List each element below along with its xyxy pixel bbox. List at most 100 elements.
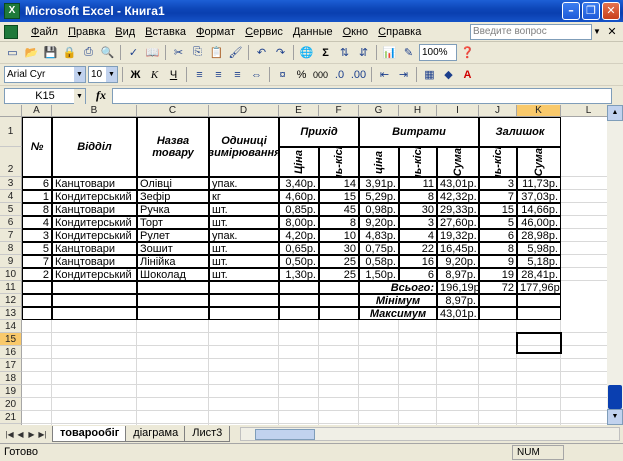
cell-empty[interactable] [22, 398, 52, 411]
cell-dept[interactable]: Канцтовари [52, 177, 137, 190]
cell-bal-sum[interactable]: 28,41р. [517, 268, 561, 281]
cell-empty[interactable] [22, 372, 52, 385]
cell-sum[interactable]: 29,33р. [437, 203, 479, 216]
workbook-close-icon[interactable]: ✕ [605, 25, 619, 39]
cell-empty[interactable] [399, 333, 437, 346]
prev-sheet-icon[interactable]: ◀ [15, 430, 26, 439]
cell-empty[interactable] [319, 320, 359, 333]
total-sum[interactable]: 196,19р. [437, 281, 479, 294]
cell-l-header[interactable] [561, 117, 607, 177]
cell-num[interactable]: 1 [22, 190, 52, 203]
cell-total-row[interactable] [137, 281, 209, 294]
cell-total-row[interactable] [52, 281, 137, 294]
cell-price-exp[interactable]: 0,58р. [359, 255, 399, 268]
cell-product[interactable]: Рулет [137, 229, 209, 242]
cell-price-exp[interactable]: 1,50р. [359, 268, 399, 281]
cell-empty[interactable] [479, 346, 517, 359]
cell-max-row[interactable] [319, 307, 359, 320]
merge-center-icon[interactable]: ⇔ [248, 66, 265, 83]
cell-num[interactable]: 8 [22, 203, 52, 216]
header-qty[interactable]: Кіль-кість [319, 147, 359, 177]
row-header-2[interactable]: 2 [0, 147, 22, 177]
cell-empty[interactable] [52, 333, 137, 346]
cell-empty[interactable] [319, 398, 359, 411]
cell-max-row[interactable] [137, 307, 209, 320]
cell-total-row[interactable] [209, 281, 279, 294]
cell-min-row[interactable] [209, 294, 279, 307]
thousands-button[interactable]: 000 [312, 66, 329, 83]
cell-num[interactable]: 2 [22, 268, 52, 281]
formula-input[interactable] [112, 87, 612, 104]
cell-empty[interactable] [22, 385, 52, 398]
column-header-c[interactable]: C [137, 105, 209, 117]
cell-empty[interactable] [437, 346, 479, 359]
cell-sum[interactable]: 9,20р. [437, 255, 479, 268]
cell-empty[interactable] [137, 398, 209, 411]
cell-empty[interactable] [479, 359, 517, 372]
cell-empty[interactable] [52, 385, 137, 398]
font-color-icon[interactable]: A [459, 66, 476, 83]
cell-empty[interactable] [359, 372, 399, 385]
name-box[interactable]: K15 ▼ [4, 87, 86, 104]
cell-bal-qty[interactable]: 5 [479, 216, 517, 229]
cell-bal-sum[interactable]: 11,73р. [517, 177, 561, 190]
header-qty-exp[interactable]: Кіль-кість [399, 147, 437, 177]
cell-num[interactable]: 3 [22, 229, 52, 242]
scroll-down-icon[interactable]: ▼ [607, 409, 623, 425]
cell-empty[interactable] [437, 320, 479, 333]
help-search-dropdown-icon[interactable]: ▼ [592, 24, 602, 40]
cell-empty[interactable] [561, 411, 607, 424]
cell-empty[interactable] [399, 320, 437, 333]
cell-empty[interactable] [561, 359, 607, 372]
header-product[interactable]: Назва товару [137, 117, 209, 177]
help-icon[interactable]: ❓ [459, 44, 476, 61]
row-header-14[interactable]: 14 [0, 320, 22, 333]
row-header-9[interactable]: 9 [0, 255, 22, 268]
cell-bal-sum[interactable]: 37,03р. [517, 190, 561, 203]
cell-empty[interactable] [399, 411, 437, 424]
cell-empty[interactable] [437, 398, 479, 411]
cell-empty[interactable] [209, 333, 279, 346]
cell-num[interactable]: 6 [22, 177, 52, 190]
cell-bal-sum[interactable]: 5,18р. [517, 255, 561, 268]
cell-empty[interactable] [279, 346, 319, 359]
column-header-l[interactable]: L [561, 105, 607, 117]
cell-num[interactable]: 4 [22, 216, 52, 229]
cell-empty[interactable] [209, 398, 279, 411]
cell-empty[interactable] [279, 320, 319, 333]
cell-empty[interactable] [561, 346, 607, 359]
cell-empty[interactable] [399, 359, 437, 372]
column-header-b[interactable]: B [52, 105, 137, 117]
cell-empty[interactable] [479, 333, 517, 346]
cell-product[interactable]: Зошит [137, 242, 209, 255]
cell-empty[interactable] [319, 411, 359, 424]
cell-empty[interactable] [279, 333, 319, 346]
cell-qty[interactable]: 8 [319, 216, 359, 229]
cell-qty[interactable]: 15 [319, 190, 359, 203]
row-header-6[interactable]: 6 [0, 216, 22, 229]
cell-qty-exp[interactable]: 8 [399, 190, 437, 203]
menu-tools[interactable]: Сервис [240, 26, 288, 38]
row-header-1[interactable]: 1 [0, 117, 22, 147]
cell-unit[interactable]: шт. [209, 268, 279, 281]
cell-empty[interactable] [359, 398, 399, 411]
font-size-select[interactable]: 10 ▼ [88, 66, 118, 83]
cell-dept[interactable]: Канцтовари [52, 242, 137, 255]
cell-qty-exp[interactable]: 4 [399, 229, 437, 242]
underline-button[interactable]: Ч [165, 66, 182, 83]
cell-empty[interactable] [561, 216, 607, 229]
cell-empty[interactable] [437, 359, 479, 372]
cell-bal-qty[interactable]: 19 [479, 268, 517, 281]
cell-empty[interactable] [437, 411, 479, 424]
cell-num[interactable]: 7 [22, 255, 52, 268]
increase-decimal-icon[interactable]: .0 [331, 66, 348, 83]
cell-bal-sum[interactable]: 46,00р. [517, 216, 561, 229]
cell-price[interactable]: 0,50р. [279, 255, 319, 268]
max-label[interactable]: Максимум [359, 307, 437, 320]
cell-qty-exp[interactable]: 22 [399, 242, 437, 255]
cell-price[interactable]: 0,65р. [279, 242, 319, 255]
row-header-19[interactable]: 19 [0, 385, 22, 398]
cell-sum[interactable]: 27,60р. [437, 216, 479, 229]
cell-min-row[interactable] [52, 294, 137, 307]
last-sheet-icon[interactable]: ▶| [37, 430, 48, 439]
